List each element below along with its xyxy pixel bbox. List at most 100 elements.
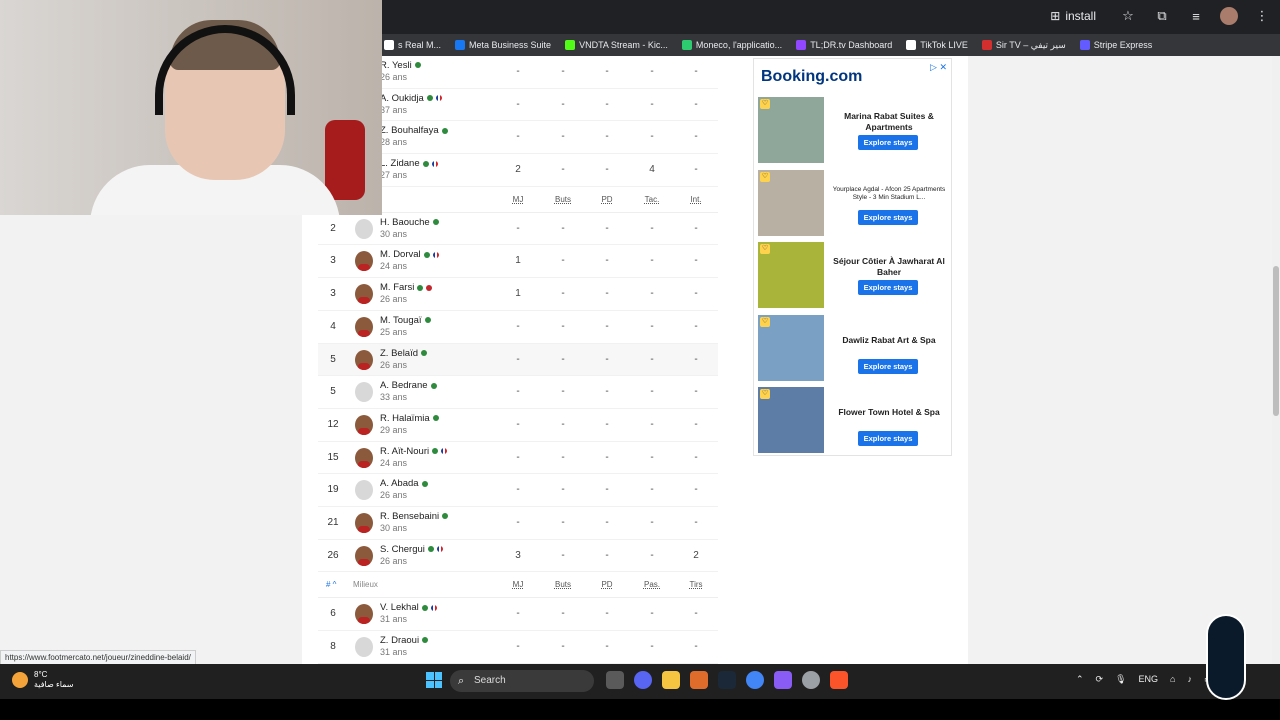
favorite-heart-icon[interactable]: ♡ bbox=[760, 171, 770, 182]
player-row[interactable]: 2 H. Baouche 30 ans - - - - - bbox=[318, 213, 718, 246]
player-name[interactable]: M. Dorval bbox=[380, 249, 439, 260]
discord-icon[interactable] bbox=[634, 671, 652, 689]
stat-pd: - bbox=[605, 131, 609, 143]
chevron-up-icon[interactable]: ⌃ bbox=[1076, 674, 1084, 685]
extensions-icon[interactable]: ⧉ bbox=[1152, 6, 1172, 26]
favorite-heart-icon[interactable]: ♡ bbox=[760, 389, 770, 399]
stat-mj: - bbox=[516, 608, 520, 620]
hotel-card[interactable]: ♡ Dawliz Rabat Art & Spa Explore stays bbox=[758, 314, 949, 383]
player-name[interactable]: Z. Draoui bbox=[380, 635, 429, 646]
player-name[interactable]: Z. Belaïd bbox=[380, 348, 428, 359]
bookmark-item[interactable]: Stripe Express bbox=[1079, 40, 1152, 50]
sort-number-button[interactable]: # ^ bbox=[326, 580, 336, 589]
explore-stays-button[interactable]: Explore stays bbox=[858, 280, 918, 295]
favorite-heart-icon[interactable]: ♡ bbox=[760, 99, 770, 109]
menu-dots-icon[interactable]: ⋮ bbox=[1252, 6, 1272, 26]
player-row[interactable]: 5 A. Bedrane 33 ans - - - - - bbox=[318, 376, 718, 409]
player-row[interactable]: 8 Z. Draoui 31 ans - - - - - bbox=[318, 631, 718, 664]
task-view-icon[interactable] bbox=[606, 671, 624, 689]
player-name[interactable]: R. Aït-Nouri bbox=[380, 446, 448, 457]
app-a-icon[interactable] bbox=[690, 671, 708, 689]
column-header[interactable]: Tac. bbox=[637, 195, 667, 204]
feather-app-icon[interactable] bbox=[774, 671, 792, 689]
hotel-card[interactable]: ♡ Flower Town Hotel & Spa Explore stays bbox=[758, 387, 949, 455]
steam-icon[interactable] bbox=[718, 671, 736, 689]
player-row[interactable]: 3 M. Farsi 26 ans 1 - - - - bbox=[318, 278, 718, 311]
bookmark-item[interactable]: Moneco, l'applicatio... bbox=[681, 40, 782, 50]
player-name[interactable]: A. Oukidja bbox=[380, 93, 442, 104]
bookmark-item[interactable]: Meta Business Suite bbox=[455, 40, 551, 50]
reading-list-icon[interactable]: ≡ bbox=[1186, 6, 1206, 26]
player-name[interactable]: L. Zidane bbox=[380, 158, 438, 169]
explore-stays-button[interactable]: Explore stays bbox=[858, 135, 918, 150]
bookmark-star-icon[interactable]: ☆ bbox=[1118, 6, 1138, 26]
player-name[interactable]: Z. Bouhalfaya bbox=[380, 125, 448, 136]
player-row[interactable]: 12 R. Halaïmia 29 ans - - - - - bbox=[318, 409, 718, 442]
player-name[interactable]: M. Tougaï bbox=[380, 315, 431, 326]
obs-icon[interactable] bbox=[802, 671, 820, 689]
booking-ad[interactable]: Booking.com ▷ ✕ ♡ Marina Rabat Suites & A… bbox=[753, 58, 952, 456]
bookmark-item[interactable]: s Real M... bbox=[384, 40, 441, 50]
player-name[interactable]: R. Yesli bbox=[380, 60, 421, 71]
player-name[interactable]: A. Abada bbox=[380, 478, 428, 489]
bookmark-item[interactable]: TL;DR.tv Dashboard bbox=[796, 40, 892, 50]
player-name[interactable]: A. Bedrane bbox=[380, 380, 437, 391]
player-row[interactable]: 15 R. Aït-Nouri 24 ans - - - - - bbox=[318, 442, 718, 475]
column-header[interactable]: Buts bbox=[548, 195, 578, 204]
column-header[interactable]: Pas. bbox=[637, 580, 667, 589]
brave-icon[interactable] bbox=[830, 671, 848, 689]
stat-mj: - bbox=[516, 222, 520, 234]
player-name[interactable]: R. Halaïmia bbox=[380, 413, 439, 424]
install-button[interactable]: ⊞ install bbox=[1042, 6, 1104, 26]
profile-avatar[interactable] bbox=[1220, 7, 1238, 25]
player-row[interactable]: 26 S. Chergui 26 ans 3 - - - 2 bbox=[318, 540, 718, 573]
language-indicator[interactable]: ENG bbox=[1139, 674, 1159, 685]
ad-choices-icon[interactable]: ▷ ✕ bbox=[930, 62, 947, 73]
explore-stays-button[interactable]: Explore stays bbox=[858, 209, 918, 225]
volume-icon[interactable]: ♪ bbox=[1187, 674, 1192, 685]
weather-widget[interactable]: 8°C سماء صافية bbox=[12, 670, 74, 690]
file-explorer-icon[interactable] bbox=[662, 671, 680, 689]
player-row[interactable]: 3 M. Dorval 24 ans 1 - - - - bbox=[318, 245, 718, 279]
player-name[interactable]: V. Lekhal bbox=[380, 602, 437, 613]
explore-stays-button[interactable]: Explore stays bbox=[858, 431, 918, 446]
column-header[interactable]: MJ bbox=[503, 195, 533, 204]
hotel-card[interactable]: ♡ Marina Rabat Suites & Apartments Explore… bbox=[758, 97, 949, 165]
taskbar-search[interactable]: ⌕ Search bbox=[450, 670, 594, 692]
explore-stays-button[interactable]: Explore stays bbox=[858, 358, 918, 374]
network-icon[interactable]: ⌂ bbox=[1170, 674, 1175, 685]
start-icon[interactable] bbox=[426, 672, 442, 688]
player-row[interactable]: 5 Z. Belaïd 26 ans - - - - - bbox=[318, 343, 718, 377]
sync-icon[interactable]: ⟳ bbox=[1096, 674, 1104, 685]
column-header[interactable]: Buts bbox=[548, 580, 578, 589]
player-row[interactable]: 21 R. Bensebaini 30 ans - - - - - bbox=[318, 507, 718, 540]
stat-buts: - bbox=[561, 131, 565, 143]
bookmark-item[interactable]: VNDTA Stream - Kic... bbox=[565, 40, 668, 50]
player-name[interactable]: M. Farsi bbox=[380, 282, 433, 293]
bookmark-item[interactable]: TikTok LIVE bbox=[906, 40, 968, 50]
player-row[interactable]: 4 M. Tougaï 25 ans - - - - - bbox=[318, 311, 718, 344]
player-row[interactable]: 6 V. Lekhal 31 ans - - - - - bbox=[318, 598, 718, 631]
column-header[interactable]: Int. bbox=[681, 195, 711, 204]
column-header[interactable]: PD bbox=[592, 195, 622, 204]
microphone-icon[interactable]: 🎙 bbox=[1115, 674, 1126, 685]
hotel-card[interactable]: ♡ Séjour Côtier À Jawharat Al Baher Explor… bbox=[758, 242, 949, 310]
player-name[interactable]: S. Chergui bbox=[380, 544, 443, 555]
player-number: 5 bbox=[330, 353, 336, 365]
bookmark-item[interactable]: Sir TV – سير تيفي bbox=[981, 40, 1066, 51]
flag-icon bbox=[423, 251, 430, 258]
hotel-card[interactable]: ♡ Yourplace Agdal - Afcon 25 Apartments S… bbox=[758, 169, 949, 238]
stat-c5: - bbox=[694, 288, 698, 300]
chrome-icon[interactable] bbox=[746, 671, 764, 689]
favorite-heart-icon[interactable]: ♡ bbox=[760, 316, 770, 327]
player-name[interactable]: H. Baouche bbox=[380, 217, 439, 228]
scrollbar-thumb[interactable] bbox=[1273, 266, 1279, 416]
player-name[interactable]: R. Bensebaini bbox=[380, 511, 449, 522]
player-row[interactable]: 19 A. Abada 26 ans - - - - - bbox=[318, 474, 718, 507]
column-header[interactable]: PD bbox=[592, 580, 622, 589]
column-header[interactable]: Tirs bbox=[681, 580, 711, 589]
player-number: 3 bbox=[330, 255, 336, 267]
column-header[interactable]: MJ bbox=[503, 580, 533, 589]
favorite-heart-icon[interactable]: ♡ bbox=[760, 244, 770, 254]
player-age: 26 ans bbox=[380, 555, 408, 566]
